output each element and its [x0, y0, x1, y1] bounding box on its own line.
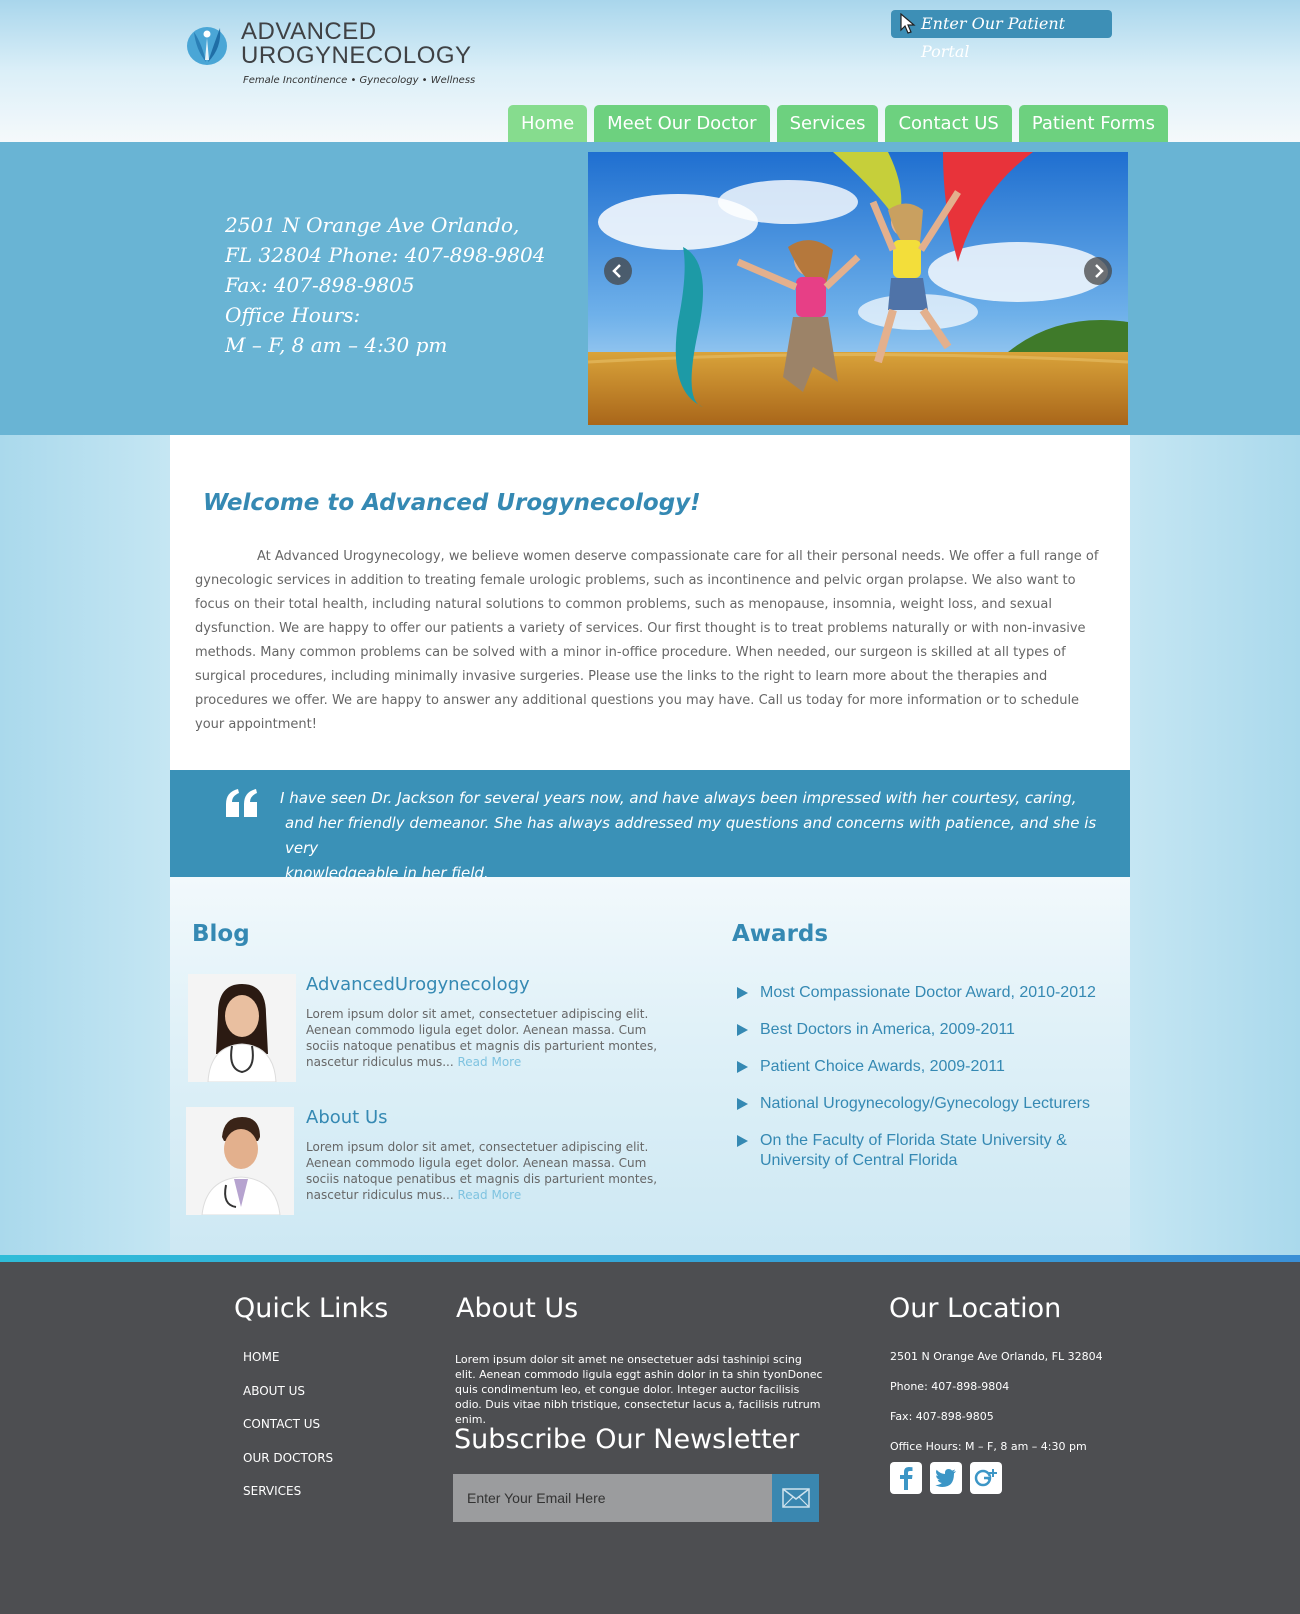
main-nav: Home Meet Our Doctor Services Contact US… — [508, 105, 1168, 142]
blog-post: AdvancedUrogynecology Lorem ipsum dolor … — [188, 974, 658, 1086]
triangle-bullet-icon — [737, 1061, 748, 1073]
award-label: Most Compassionate Doctor Award, 2010-20… — [760, 984, 1096, 1001]
triangle-bullet-icon — [737, 1098, 748, 1110]
hero-address-line: FL 32804 Phone: 407-898-9804 — [225, 243, 546, 267]
triangle-bullet-icon — [737, 1024, 748, 1036]
newsletter-submit-button[interactable] — [772, 1474, 819, 1522]
nav-services[interactable]: Services — [776, 105, 879, 142]
blog-post-image-male-doctor[interactable] — [186, 1107, 294, 1215]
chevron-right-icon — [1095, 264, 1104, 278]
newsletter-email-input[interactable] — [453, 1474, 772, 1522]
welcome-body: At Advanced Urogynecology, we believe wo… — [195, 549, 1099, 732]
site-logo[interactable]: ADVANCED UROGYNECOLOGY Female Incontinen… — [184, 20, 484, 92]
footer-about-text: Lorem ipsum dolor sit amet ne onsectetue… — [455, 1353, 823, 1426]
chevron-left-icon — [612, 264, 621, 278]
male-doctor-icon — [186, 1107, 294, 1215]
blog-post-title[interactable]: About Us — [306, 1107, 388, 1128]
testimonial-line: and her friendly demeanor. She has alway… — [285, 814, 1097, 857]
main-content: Welcome to Advanced Urogynecology! At Ad… — [170, 435, 1130, 1255]
testimonial-line: I have seen Dr. Jackson for several year… — [280, 789, 1077, 807]
read-more-link[interactable]: Read More — [458, 1188, 522, 1202]
location-fax: Fax: 407-898-9805 — [890, 1410, 994, 1423]
awards-list: Most Compassionate Doctor Award, 2010-20… — [730, 983, 1110, 1188]
hero-contact-info: 2501 N Orange Ave Orlando, FL 32804 Phon… — [225, 210, 545, 360]
award-label: Patient Choice Awards, 2009-2011 — [760, 1058, 1005, 1075]
award-item: Best Doctors in America, 2009-2011 — [730, 1020, 1110, 1040]
twitter-icon — [935, 1469, 956, 1487]
quick-links-list: HOME ABOUT US CONTACT US OUR DOCTORS SER… — [243, 1350, 333, 1518]
location-address: 2501 N Orange Ave Orlando, FL 32804 — [890, 1350, 1103, 1363]
award-label: On the Faculty of Florida State Universi… — [760, 1132, 1067, 1169]
hero-address-line: Fax: 407-898-9805 — [225, 273, 415, 297]
nav-home[interactable]: Home — [508, 105, 588, 142]
quick-link-about-us[interactable]: ABOUT US — [243, 1384, 333, 1418]
location-title: Our Location — [889, 1293, 1062, 1324]
testimonial-quote: I have seen Dr. Jackson for several year… — [280, 786, 1100, 886]
blog-post: About Us Lorem ipsum dolor sit amet, con… — [186, 1107, 658, 1219]
slider-prev-button[interactable] — [604, 257, 632, 285]
testimonial-section: I have seen Dr. Jackson for several year… — [170, 770, 1130, 882]
logo-emblem-icon — [187, 27, 227, 65]
award-label: Best Doctors in America, 2009-2011 — [760, 1021, 1015, 1038]
image-slider[interactable] — [588, 152, 1128, 425]
award-label: National Urogynecology/Gynecology Lectur… — [760, 1095, 1090, 1112]
footer-divider — [0, 1255, 1300, 1262]
slide-photo-jumping-women — [588, 152, 1128, 425]
location-phone: Phone: 407-898-9804 — [890, 1380, 1010, 1393]
quick-link-home[interactable]: HOME — [243, 1350, 333, 1384]
quote-icon — [226, 789, 257, 817]
google-plus-button[interactable] — [970, 1462, 1002, 1494]
blog-post-excerpt: Lorem ipsum dolor sit amet, consectetuer… — [306, 1006, 658, 1070]
newsletter-form — [453, 1474, 819, 1522]
welcome-section: Welcome to Advanced Urogynecology! At Ad… — [170, 435, 1130, 770]
nav-contact-us[interactable]: Contact US — [885, 105, 1012, 142]
pointer-cursor-icon — [900, 13, 916, 34]
blog-post-excerpt: Lorem ipsum dolor sit amet, consectetuer… — [306, 1139, 658, 1203]
awards-title: Awards — [732, 921, 829, 947]
award-item: Patient Choice Awards, 2009-2011 — [730, 1057, 1110, 1077]
facebook-button[interactable] — [890, 1462, 922, 1494]
quick-link-services[interactable]: SERVICES — [243, 1484, 333, 1518]
female-doctor-icon — [188, 974, 296, 1082]
nav-patient-forms[interactable]: Patient Forms — [1018, 105, 1168, 142]
blog-post-image-female-doctor[interactable] — [188, 974, 296, 1082]
quick-links-title: Quick Links — [234, 1293, 389, 1324]
facebook-icon — [900, 1467, 913, 1490]
hero-address-line: M – F, 8 am – 4:30 pm — [225, 333, 448, 357]
award-item: Most Compassionate Doctor Award, 2010-20… — [730, 983, 1110, 1003]
read-more-link[interactable]: Read More — [458, 1055, 522, 1069]
footer-about-title: About Us — [456, 1293, 579, 1324]
blog-post-title[interactable]: AdvancedUrogynecology — [306, 974, 530, 995]
quick-link-contact-us[interactable]: CONTACT US — [243, 1417, 333, 1451]
hero-address-line: 2501 N Orange Ave Orlando, — [225, 213, 520, 237]
blog-awards-section: Blog AdvancedUrogynecology Lorem ipsum d… — [170, 877, 1130, 1255]
hero-banner: 2501 N Orange Ave Orlando, FL 32804 Phon… — [0, 142, 1300, 435]
blog-title: Blog — [192, 921, 250, 947]
welcome-title: Welcome to Advanced Urogynecology! — [203, 490, 701, 516]
google-plus-icon — [974, 1469, 997, 1487]
patient-portal-label: Enter Our Patient Portal — [921, 14, 1066, 61]
envelope-icon — [781, 1488, 810, 1508]
site-footer: Quick Links HOME ABOUT US CONTACT US OUR… — [0, 1262, 1300, 1614]
nav-meet-our-doctor[interactable]: Meet Our Doctor — [594, 105, 770, 142]
quick-link-our-doctors[interactable]: OUR DOCTORS — [243, 1451, 333, 1485]
hero-address-line: Office Hours: — [225, 303, 361, 327]
triangle-bullet-icon — [737, 1135, 748, 1147]
logo-title-line1: ADVANCED — [241, 18, 377, 45]
twitter-button[interactable] — [930, 1462, 962, 1494]
triangle-bullet-icon — [737, 987, 748, 999]
site-header: ADVANCED UROGYNECOLOGY Female Incontinen… — [0, 0, 1300, 142]
award-item: On the Faculty of Florida State Universi… — [730, 1131, 1110, 1171]
social-links — [890, 1462, 1002, 1494]
slider-next-button[interactable] — [1084, 257, 1112, 285]
newsletter-title: Subscribe Our Newsletter — [454, 1424, 800, 1455]
award-item: National Urogynecology/Gynecology Lectur… — [730, 1094, 1110, 1114]
patient-portal-button[interactable]: Enter Our Patient Portal — [891, 10, 1112, 61]
logo-title-line2: UROGYNECOLOGY — [241, 42, 472, 69]
logo-tagline: Female Incontinence • Gynecology • Welln… — [243, 75, 476, 86]
location-hours: Office Hours: M – F, 8 am – 4:30 pm — [890, 1440, 1087, 1453]
